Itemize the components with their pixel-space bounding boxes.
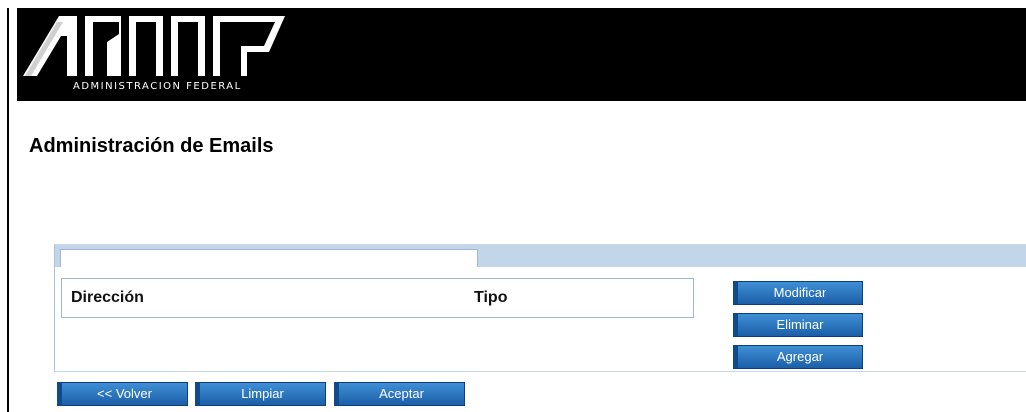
logo-subtitle: ADMINISTRACION FEDERAL (73, 81, 242, 92)
aceptar-button[interactable]: Aceptar (334, 382, 465, 406)
page: ADMINISTRACION FEDERAL Administración de… (0, 0, 1026, 412)
panel-tab[interactable] (60, 249, 478, 267)
column-header-direccion[interactable]: Dirección (71, 289, 144, 307)
limpiar-button[interactable]: Limpiar (195, 382, 326, 406)
page-title: Administración de Emails (29, 135, 274, 157)
volver-button[interactable]: << Volver (57, 382, 188, 406)
panel-tab-bar (55, 245, 1026, 267)
eliminar-button[interactable]: Eliminar (733, 313, 863, 337)
window-left-border (7, 8, 9, 412)
header-banner: ADMINISTRACION FEDERAL (17, 8, 1026, 101)
agregar-button[interactable]: Agregar (733, 345, 863, 369)
modificar-button[interactable]: Modificar (733, 281, 863, 305)
emails-panel: Dirección Tipo (54, 244, 1026, 372)
emails-grid: Dirección Tipo (61, 278, 694, 318)
column-header-tipo[interactable]: Tipo (474, 289, 507, 307)
